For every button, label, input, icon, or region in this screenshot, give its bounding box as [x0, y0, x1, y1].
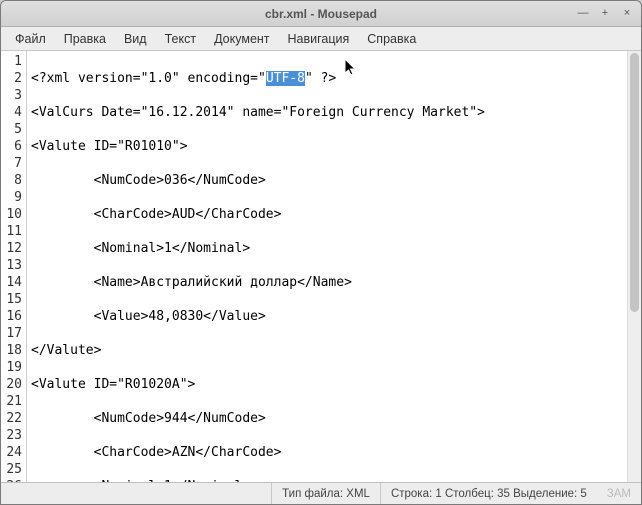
- minimize-button[interactable]: —: [575, 5, 591, 21]
- text-selection: UTF-8: [266, 71, 305, 86]
- line-number: 22: [3, 410, 22, 427]
- code-line: <ValCurs Date="16.12.2014" name="Foreign…: [31, 104, 637, 121]
- line-number: 16: [3, 308, 22, 325]
- vertical-scrollbar[interactable]: [627, 51, 641, 482]
- titlebar[interactable]: cbr.xml - Mousepad — + ×: [1, 1, 641, 27]
- editor-area[interactable]: 1234567891011121314151617181920212223242…: [1, 51, 641, 482]
- status-overwrite: ЗАМ: [597, 488, 641, 500]
- line-number: 14: [3, 274, 22, 291]
- line-number: 26: [3, 478, 22, 482]
- menu-document[interactable]: Документ: [206, 29, 277, 49]
- code-line: <Nominal>1</Nominal>: [31, 240, 637, 257]
- window-controls: — + ×: [575, 5, 635, 21]
- line-number: 3: [3, 87, 22, 104]
- code-line: <Nominal>1</Nominal>: [31, 478, 637, 482]
- menu-navigation[interactable]: Навигация: [280, 29, 358, 49]
- line-number: 4: [3, 104, 22, 121]
- line-number: 11: [3, 223, 22, 240]
- menu-text[interactable]: Текст: [157, 29, 204, 49]
- code-line: <NumCode>036</NumCode>: [31, 172, 637, 189]
- line-number: 10: [3, 206, 22, 223]
- line-number: 18: [3, 342, 22, 359]
- close-button[interactable]: ×: [619, 5, 635, 21]
- maximize-button[interactable]: +: [597, 5, 613, 21]
- line-number: 20: [3, 376, 22, 393]
- line-number: 5: [3, 121, 22, 138]
- line-number-gutter: 1234567891011121314151617181920212223242…: [1, 51, 27, 482]
- app-window: cbr.xml - Mousepad — + × Файл Правка Вид…: [0, 0, 642, 505]
- statusbar: Тип файла: XML Строка: 1 Столбец: 35 Выд…: [1, 482, 641, 504]
- code-line: </Valute>: [31, 342, 637, 359]
- line-number: 13: [3, 257, 22, 274]
- window-title: cbr.xml - Mousepad: [265, 7, 377, 21]
- line-number: 8: [3, 172, 22, 189]
- code-line: <NumCode>944</NumCode>: [31, 410, 637, 427]
- line-number: 21: [3, 393, 22, 410]
- code-line: <CharCode>AZN</CharCode>: [31, 444, 637, 461]
- line-number: 2: [3, 70, 22, 87]
- line-number: 1: [3, 53, 22, 70]
- status-filetype: Тип файла: XML: [271, 483, 380, 504]
- code-line: <Valute ID="R01020A">: [31, 376, 637, 393]
- code-content[interactable]: <?xml version="1.0" encoding="UTF-8" ?> …: [27, 51, 641, 482]
- menu-edit[interactable]: Правка: [56, 29, 114, 49]
- status-position: Строка: 1 Столбец: 35 Выделение: 5: [380, 483, 597, 504]
- code-line: <Name>Австралийский доллар</Name>: [31, 274, 637, 291]
- line-number: 24: [3, 444, 22, 461]
- code-line: <?xml version="1.0" encoding="UTF-8" ?>: [31, 70, 637, 87]
- code-line: <Valute ID="R01010">: [31, 138, 637, 155]
- scrollbar-thumb[interactable]: [630, 53, 639, 312]
- line-number: 19: [3, 359, 22, 376]
- line-number: 25: [3, 461, 22, 478]
- menu-file[interactable]: Файл: [7, 29, 54, 49]
- line-number: 17: [3, 325, 22, 342]
- line-number: 23: [3, 427, 22, 444]
- line-number: 7: [3, 155, 22, 172]
- menu-view[interactable]: Вид: [116, 29, 155, 49]
- code-line: <CharCode>AUD</CharCode>: [31, 206, 637, 223]
- line-number: 6: [3, 138, 22, 155]
- code-line: <Value>48,0830</Value>: [31, 308, 637, 325]
- menubar: Файл Правка Вид Текст Документ Навигация…: [1, 27, 641, 51]
- menu-help[interactable]: Справка: [359, 29, 424, 49]
- line-number: 9: [3, 189, 22, 206]
- line-number: 15: [3, 291, 22, 308]
- line-number: 12: [3, 240, 22, 257]
